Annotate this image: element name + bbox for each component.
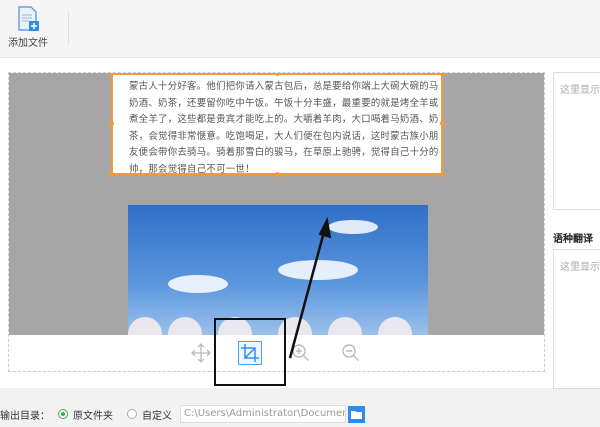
original-folder-label[interactable]: 原文件夹 <box>73 407 113 422</box>
crop-selection[interactable]: 蒙古人十分好客。他们把你请入蒙古包后，总是要给你端上大碗大碗的马奶酒、奶茶，还要… <box>111 73 443 175</box>
radio-custom[interactable] <box>127 409 137 419</box>
toolbar: 添加文件 <box>0 0 600 58</box>
browse-folder-button[interactable] <box>348 406 365 423</box>
add-file-button[interactable]: 添加文件 <box>6 6 50 52</box>
crop-handle[interactable] <box>109 172 114 177</box>
move-button[interactable] <box>189 341 213 365</box>
recognized-text: 蒙古人十分好客。他们把你请入蒙古包后，总是要给你端上大碗大碗的马奶酒、奶茶，还要… <box>129 79 441 178</box>
toolbar-divider <box>68 12 69 44</box>
custom-label[interactable]: 自定义 <box>142 407 172 422</box>
result-placeholder: 这里显示识别结果 <box>560 85 600 96</box>
zoom-in-button[interactable] <box>289 341 313 365</box>
recognition-result-textarea[interactable]: 这里显示识别结果 <box>553 72 600 210</box>
translation-result-textarea[interactable]: 这里显示翻译结果 <box>553 249 600 389</box>
annotation-box <box>214 318 286 386</box>
crop-handle[interactable] <box>109 73 114 76</box>
crop-handle[interactable] <box>109 121 114 126</box>
radio-original-folder[interactable] <box>58 409 68 419</box>
output-path-input[interactable]: C:\Users\Administrator\Documents <box>180 405 346 423</box>
preview-image <box>128 205 428 335</box>
add-file-label: 添加文件 <box>6 34 50 49</box>
move-icon <box>189 341 213 365</box>
zoom-in-icon <box>289 341 313 365</box>
output-dir-label: 输出目录： <box>0 407 50 422</box>
crop-handle[interactable] <box>440 73 445 76</box>
preview-canvas: 蒙古人十分好客。他们把你请入蒙古包后，总是要给你端上大碗大碗的马奶酒、奶茶，还要… <box>9 73 544 335</box>
main-area: 蒙古人十分好客。他们把你请入蒙古包后，总是要给你端上大碗大碗的马奶酒、奶茶，还要… <box>0 58 600 388</box>
zoom-out-icon <box>339 341 363 365</box>
translation-placeholder: 这里显示翻译结果 <box>560 262 600 273</box>
translate-label: 语种翻译 <box>553 230 593 245</box>
crop-handle[interactable] <box>440 172 445 177</box>
crop-handle[interactable] <box>440 121 445 126</box>
output-settings: 输出目录： 原文件夹 自定义 C:\Users\Administrator\Do… <box>0 404 365 424</box>
crop-handle[interactable] <box>275 73 280 76</box>
zoom-out-button[interactable] <box>339 341 363 365</box>
add-file-icon <box>16 6 40 32</box>
crop-handle[interactable] <box>275 172 280 177</box>
folder-icon <box>351 410 362 419</box>
